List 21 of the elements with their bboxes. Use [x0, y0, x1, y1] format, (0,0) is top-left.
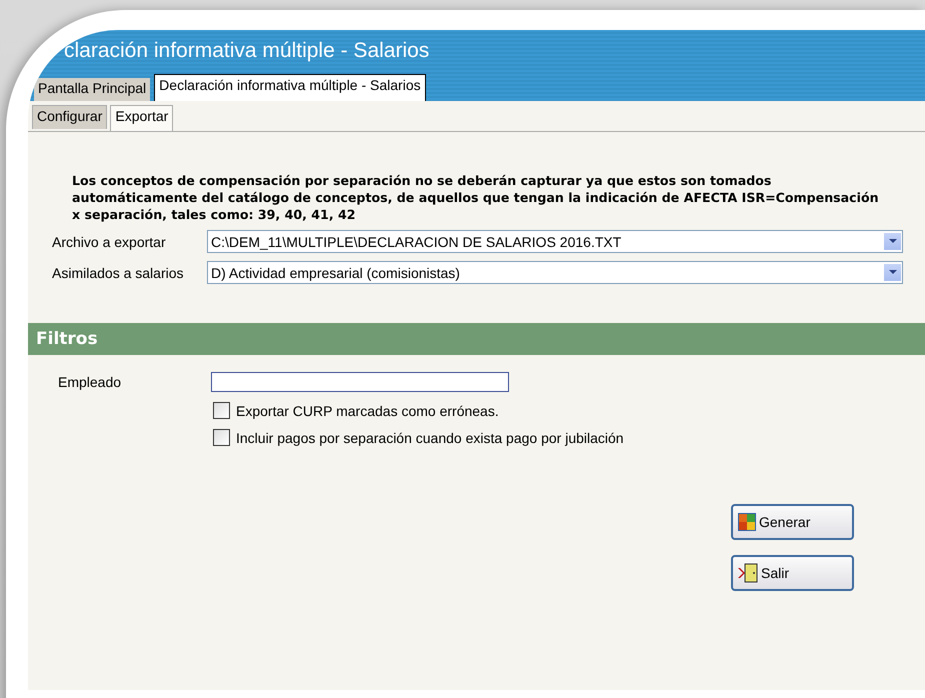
exit-door-icon: [737, 563, 759, 583]
generate-button[interactable]: Generar: [731, 504, 854, 540]
checkbox-label: Exportar CURP marcadas como erróneas.: [236, 402, 499, 418]
checkbox-label: Incluir pagos por separación cuando exista pago por jubilación: [236, 430, 624, 446]
input-field[interactable]: [211, 372, 509, 392]
tab[interactable]: Configurar: [32, 105, 108, 129]
window-title: claración informativa múltiple - Salarios: [63, 38, 430, 64]
exit-button[interactable]: Salir: [731, 555, 854, 591]
combo-box[interactable]: C:\DEM_11\MULTIPLE\DECLARACION DE SALARIOS 2016.TXT: [207, 230, 903, 253]
tab[interactable]: Exportar: [110, 105, 174, 131]
field-label: Archivo a exportar: [52, 234, 167, 250]
notice-text: Los conceptos de compensación por separación no se deberán capturar ya que estos son tomados automáticamente del catálogo de conceptos, de aquellos que tengan la indicación de AFECTA ISR=Compensación x separación, tales como: 39, 40, 41, 42: [72, 172, 880, 223]
puzzle-icon: [737, 512, 757, 532]
checkbox[interactable]: [213, 402, 230, 419]
tab[interactable]: Pantalla Principal: [34, 78, 150, 101]
field-label: Asimilados a salarios: [52, 264, 184, 280]
section-header: Filtros: [28, 323, 925, 355]
checkbox[interactable]: [213, 429, 230, 446]
field-label: Empleado: [58, 374, 122, 390]
tab[interactable]: Declaración informativa múltiple - Salarios: [154, 74, 426, 101]
combo-box[interactable]: D) Actividad empresarial (comisionistas): [207, 261, 903, 284]
